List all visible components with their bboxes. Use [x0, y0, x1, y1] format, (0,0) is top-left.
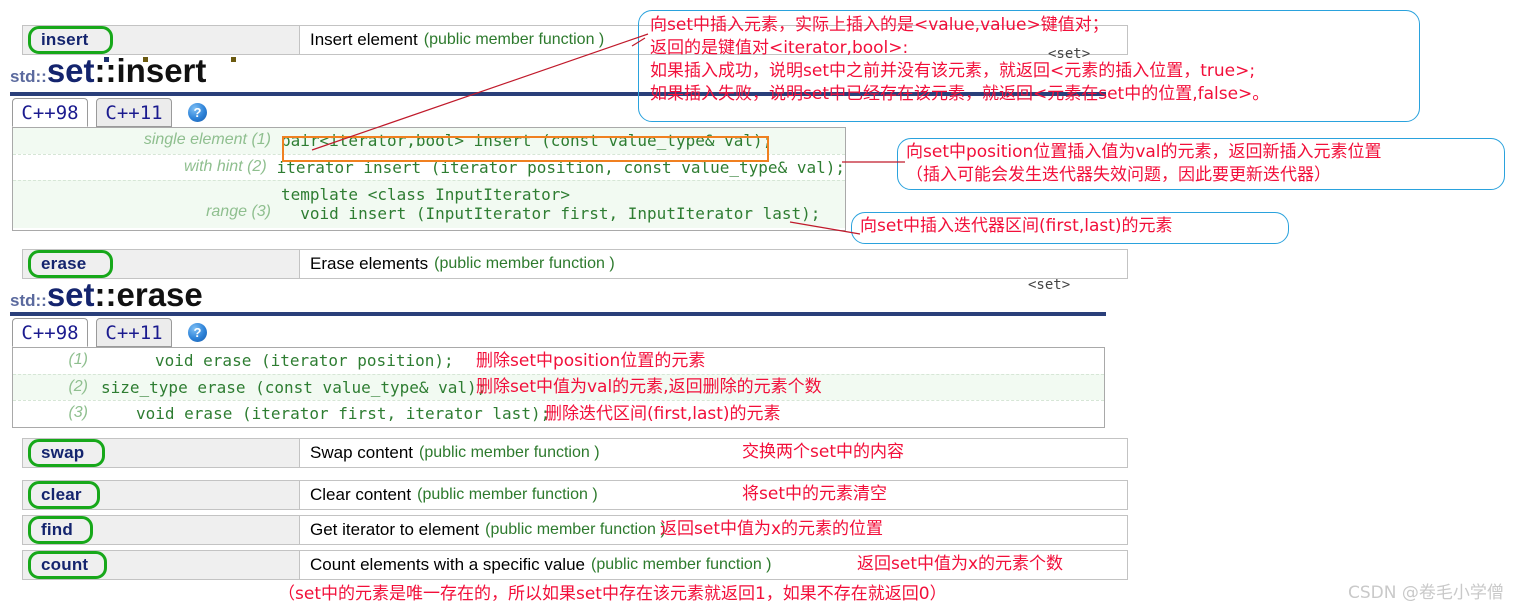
signature-row: with hint (2) iterator insert (iterator … — [13, 154, 845, 180]
help-icon-label: ? — [193, 105, 202, 120]
annotation-count: 返回set中值为x的元素个数 — [857, 554, 1064, 574]
function-name-erase: erase — [41, 254, 87, 273]
selection-handle — [231, 57, 236, 62]
signature-label: range (3) — [206, 203, 271, 220]
annotation-swap: 交换两个set中的内容 — [742, 442, 904, 462]
function-kind-count: (public member function ) — [590, 556, 772, 573]
tab-label: C++11 — [105, 321, 163, 344]
annotation-erase-3: 删除迭代区间(first,last)的元素 — [545, 404, 781, 424]
function-name-cell-insert[interactable]: insert — [23, 26, 300, 54]
callout-line: （插入可能会发生迭代器失效问题，因此要更新迭代器） — [906, 165, 1331, 185]
signature-row: range (3) template <class InputIterator>… — [13, 180, 845, 228]
signature-code: template <class InputIterator> void inse… — [281, 185, 821, 223]
annotation-find: 返回set中值为x的元素的位置 — [660, 519, 884, 539]
title-member: ::insert — [94, 52, 207, 89]
callout-line: 向set中position位置插入值为val的元素，返回新插入元素位置 — [906, 142, 1382, 162]
signature-row: single element (1) pair<iterator,bool> i… — [13, 128, 845, 154]
title-rule-erase — [10, 312, 1106, 316]
tab-cpp98-insert[interactable]: C++98 — [12, 98, 88, 127]
function-name-cell-find[interactable]: find — [23, 516, 300, 544]
signature-code: iterator insert (iterator position, cons… — [276, 158, 845, 177]
function-name-cell-erase[interactable]: erase — [23, 250, 300, 278]
callout-line: 如果插入成功，说明set中之前并没有该元素，就返回<元素的插入位置，true>; — [650, 61, 1256, 81]
title-namespace: std:: — [10, 67, 47, 86]
help-icon-insert[interactable]: ? — [188, 103, 207, 122]
page-title-insert: std::set::insert — [10, 52, 206, 90]
tab-cpp11-insert[interactable]: C++11 — [96, 98, 172, 127]
header-tag-erase: <set> — [1028, 277, 1071, 293]
callout-line: 返回的是键值对<iterator,bool>: — [650, 38, 909, 58]
annotation-erase-2: 删除set中值为val的元素,返回删除的元素个数 — [476, 377, 822, 397]
callout-insert-hint: 向set中position位置插入值为val的元素，返回新插入元素位置 （插入可… — [906, 141, 1382, 187]
function-name-cell-clear[interactable]: clear — [23, 481, 300, 509]
callout-insert-return: 向set中插入元素，实际上插入的是<value,value>键值对； 返回的是键… — [650, 14, 1269, 106]
tab-label: C++11 — [105, 101, 163, 124]
function-desc-count: Count elements with a specific value — [310, 555, 585, 574]
function-kind-find: (public member function ) — [485, 521, 666, 538]
function-name-cell-count[interactable]: count — [23, 551, 300, 579]
function-row-swap[interactable]: swap Swap content (public member functio… — [22, 438, 1128, 468]
function-name-clear: clear — [41, 485, 82, 504]
function-kind-swap: (public member function ) — [419, 444, 600, 461]
function-desc-swap: Swap content — [310, 443, 414, 462]
annotation-clear: 将set中的元素清空 — [742, 484, 887, 504]
page-title-erase: std::set::erase — [10, 276, 203, 314]
function-kind-erase: (public member function ) — [434, 255, 615, 272]
function-row-clear[interactable]: clear Clear content (public member funct… — [22, 480, 1128, 510]
signature-label: (1) — [68, 351, 88, 368]
function-kind-insert: (public member function ) — [423, 31, 605, 48]
function-kind-clear: (public member function ) — [417, 486, 598, 503]
function-name-find: find — [41, 520, 73, 539]
signature-code: void erase (iterator position); — [155, 351, 454, 370]
function-desc-cell-swap: Swap content (public member function ) — [300, 439, 1127, 467]
watermark: CSDN @卷毛小学僧 — [1348, 583, 1504, 603]
function-name-cell-swap[interactable]: swap — [23, 439, 300, 467]
signature-label: single element (1) — [143, 131, 271, 148]
tab-cpp11-erase[interactable]: C++11 — [96, 318, 172, 347]
footer-note: （set中的元素是唯一存在的，所以如果set中存在该元素就返回1，如果不存在就返… — [278, 584, 947, 604]
signature-code: void erase (iterator first, iterator las… — [136, 404, 551, 423]
function-row-find[interactable]: find Get iterator to element (public mem… — [22, 515, 1128, 545]
title-namespace: std:: — [10, 291, 47, 310]
function-desc-cell-clear: Clear content (public member function ) — [300, 481, 1127, 509]
signature-code: size_type erase (const value_type& val); — [101, 378, 487, 397]
callout-insert-range: 向set中插入迭代器区间(first,last)的元素 — [860, 215, 1173, 238]
tab-cpp98-erase[interactable]: C++98 — [12, 318, 88, 347]
function-desc-cell-erase: Erase elements (public member function ) — [300, 250, 1127, 278]
function-desc-insert: Insert element — [310, 30, 418, 49]
signature-label: (2) — [68, 378, 88, 395]
function-desc-erase: Erase elements — [310, 254, 429, 273]
callout-line: 如果插入失败，说明set中已经存在该元素，就返回<元素在set中的位置,fals… — [650, 84, 1270, 104]
function-name-swap: swap — [41, 443, 85, 462]
callout-line: 向set中插入元素，实际上插入的是<value,value>键值对； — [650, 15, 1109, 35]
signature-code: pair<iterator,bool> insert (const value_… — [281, 131, 773, 150]
help-icon-label: ? — [193, 325, 202, 340]
signature-block-insert: single element (1) pair<iterator,bool> i… — [12, 127, 846, 231]
function-row-erase[interactable]: erase Erase elements (public member func… — [22, 249, 1128, 279]
title-class: set — [46, 276, 95, 313]
title-class: set — [46, 52, 95, 89]
page-root: insert Insert element (public member fun… — [0, 0, 1517, 609]
function-desc-clear: Clear content — [310, 485, 412, 504]
tab-label: C++98 — [21, 101, 79, 124]
tab-label: C++98 — [21, 321, 79, 344]
function-desc-find: Get iterator to element — [310, 520, 480, 539]
help-icon-erase[interactable]: ? — [188, 323, 207, 342]
function-name-count: count — [41, 555, 89, 574]
signature-label: with hint (2) — [183, 158, 267, 175]
title-member: ::erase — [94, 276, 203, 313]
signature-label: (3) — [68, 404, 88, 421]
function-name-insert: insert — [41, 30, 89, 49]
callout-line: 向set中插入迭代器区间(first,last)的元素 — [860, 216, 1173, 236]
annotation-erase-1: 删除set中position位置的元素 — [476, 351, 706, 371]
